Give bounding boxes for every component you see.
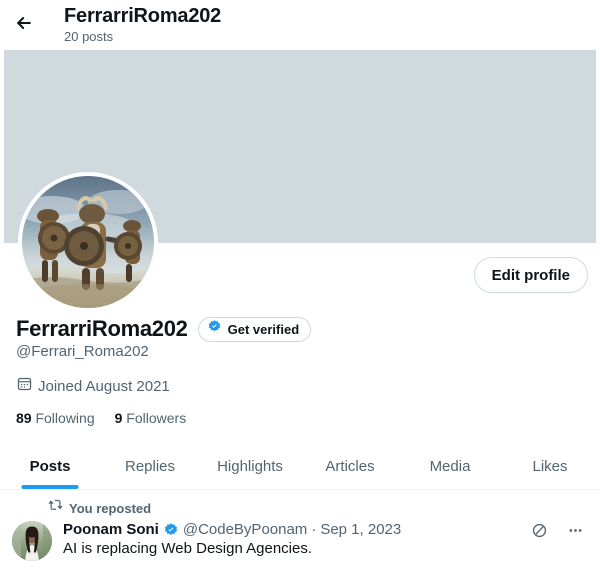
following-count: 89 [16,410,32,426]
post-author-name[interactable]: Poonam Soni [63,521,159,538]
calendar-icon [16,375,33,397]
profile-top-row: Edit profile [0,172,600,312]
stats-row: 89 Following 9 Followers [16,410,584,426]
post-author-avatar[interactable] [12,521,52,561]
post-meta: Poonam Soni @CodeByPoonam · Sep 1, 2023 [63,521,588,538]
profile-handle: @Ferrari_Roma202 [16,343,149,360]
post-item[interactable]: You reposted Poonam Soni @CodeByPoonam ·… [0,490,600,571]
tab-posts[interactable]: Posts [0,444,100,489]
tab-replies-label: Replies [124,458,176,475]
joined-date: Joined August 2021 [38,377,170,395]
tab-articles-label: Articles [325,458,375,475]
repost-label: You reposted [69,500,152,516]
followers-stat[interactable]: 9 Followers [115,410,187,426]
identity-block: FerrarriRoma202 Get verified @Ferrari_Ro… [0,316,600,426]
post-text: AI is replacing Web Design Agencies. [63,540,313,557]
tab-posts-label: Posts [29,458,71,475]
grok-actions-button[interactable] [526,520,552,546]
joined-row: Joined August 2021 [16,375,584,397]
post-date[interactable]: Sep 1, 2023 [320,521,401,538]
get-verified-button[interactable]: Get verified [197,316,312,342]
tab-highlights-label: Highlights [217,458,283,475]
profile-tabs: Posts Replies Highlights Articles Media … [0,444,600,490]
post-content: Poonam Soni @CodeByPoonam · Sep 1, 2023 … [63,521,588,561]
name-row: FerrarriRoma202 Get verified [16,316,584,342]
verified-badge-icon [163,522,179,538]
page-title: FerrarriRoma202 [64,5,222,28]
retweet-icon [48,498,63,518]
post-body: Poonam Soni @CodeByPoonam · Sep 1, 2023 … [12,521,588,561]
following-stat[interactable]: 89 Following [16,410,95,426]
header-text-block: FerrarriRoma202 20 posts [64,5,221,45]
back-button[interactable] [6,7,42,43]
followers-count: 9 [114,410,123,426]
verified-badge-icon [207,319,222,339]
avatar[interactable] [18,172,158,312]
post-actions [526,520,588,546]
edit-profile-button[interactable]: Edit profile [473,257,588,293]
repost-context: You reposted [48,498,588,518]
tab-highlights[interactable]: Highlights [200,444,300,489]
post-count: 20 posts [64,29,114,45]
viking-warriors-avatar [22,176,154,308]
active-tab-indicator [21,485,79,489]
post-author-handle[interactable]: @CodeByPoonam [183,521,307,538]
arrow-left-icon [14,13,34,38]
poonam-soni-avatar [12,521,52,561]
tab-media[interactable]: Media [400,444,500,489]
tab-media-label: Media [429,458,471,475]
tab-replies[interactable]: Replies [100,444,200,489]
profile-page: FerrarriRoma202 20 posts Edit profile Fe… [0,0,600,584]
more-horizontal-icon [567,522,584,544]
display-name: FerrarriRoma202 [16,316,188,341]
tab-likes-label: Likes [532,458,568,475]
grok-slash-circle-icon [531,522,548,544]
post-separator: · [311,521,317,538]
get-verified-label: Get verified [227,321,300,337]
tab-likes[interactable]: Likes [500,444,600,489]
following-label: Following [35,410,95,426]
tab-articles[interactable]: Articles [300,444,400,489]
page-header: FerrarriRoma202 20 posts [0,0,600,50]
more-options-button[interactable] [562,520,588,546]
followers-label: Followers [126,410,187,426]
